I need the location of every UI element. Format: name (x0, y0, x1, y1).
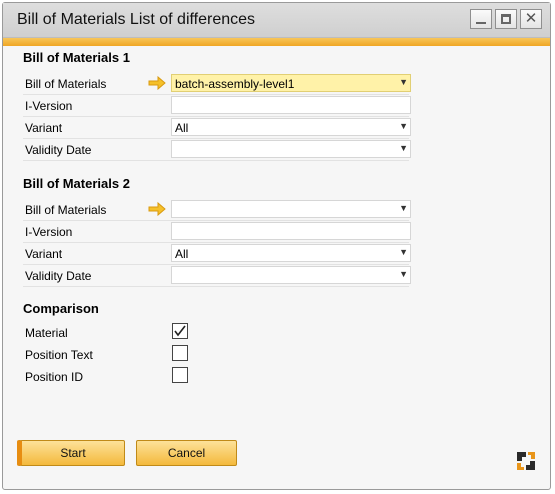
bom2-iversion-field[interactable] (171, 222, 411, 240)
dialog-window: Bill of Materials List of differences ✕ … (2, 2, 551, 490)
bom1-bom-value: batch-assembly-level1 (175, 77, 295, 91)
position-id-check-row: Position ID (23, 367, 223, 389)
bom2-iversion-row: I-Version (23, 221, 411, 243)
material-label: Material (25, 326, 68, 340)
dropdown-caret-icon[interactable]: ▼ (399, 247, 408, 257)
position-text-label: Position Text (25, 348, 93, 362)
bom2-variant-label: Variant (25, 247, 63, 261)
bom2-validity-label: Validity Date (25, 269, 92, 283)
bom1-validity-field[interactable]: ▼ (171, 140, 411, 158)
title-bar[interactable]: Bill of Materials List of differences ✕ (3, 3, 550, 38)
maximize-button[interactable] (495, 9, 517, 29)
bom2-bom-label: Bill of Materials (25, 203, 107, 217)
bom1-variant-value: All (175, 121, 189, 135)
bom2-variant-value: All (175, 247, 189, 261)
bom1-bom-field[interactable]: batch-assembly-level1 ▼ (171, 74, 411, 92)
dropdown-caret-icon[interactable]: ▼ (399, 121, 408, 131)
window-title: Bill of Materials List of differences (17, 11, 256, 28)
bom1-validity-label: Validity Date (25, 143, 92, 157)
material-check-row: Material (23, 323, 223, 345)
link-arrow-icon[interactable] (148, 202, 166, 216)
bom2-variant-field[interactable]: All ▼ (171, 244, 411, 262)
bom2-bom-row: Bill of Materials ▼ (23, 199, 411, 221)
bom2-variant-row: Variant All ▼ (23, 243, 411, 265)
close-button[interactable]: ✕ (520, 9, 542, 29)
bom1-iversion-field[interactable] (171, 96, 411, 114)
header-accent-bar (3, 38, 550, 46)
bom1-bom-label: Bill of Materials (25, 77, 107, 91)
close-icon: ✕ (524, 10, 538, 27)
position-id-label: Position ID (25, 370, 84, 384)
position-text-checkbox[interactable] (172, 345, 188, 361)
cancel-button[interactable]: Cancel (136, 440, 237, 466)
window-controls: ✕ (470, 9, 542, 29)
bom1-iversion-label: I-Version (25, 99, 73, 113)
bom2-validity-row: Validity Date ▼ (23, 265, 411, 287)
bom1-variant-field[interactable]: All ▼ (171, 118, 411, 136)
start-button[interactable]: Start (17, 440, 125, 466)
sap-logo-icon (517, 452, 535, 470)
minimize-button[interactable] (470, 9, 492, 29)
position-text-check-row: Position Text (23, 345, 223, 367)
dropdown-caret-icon[interactable]: ▼ (399, 269, 408, 279)
bom1-variant-row: Variant All ▼ (23, 117, 411, 139)
comparison-title: Comparison (23, 301, 99, 316)
position-id-checkbox[interactable] (172, 367, 188, 383)
bom1-bom-row: Bill of Materials batch-assembly-level1 … (23, 73, 411, 95)
bom1-variant-label: Variant (25, 121, 63, 135)
bom2-iversion-label: I-Version (25, 225, 73, 239)
dropdown-caret-icon[interactable]: ▼ (399, 143, 408, 153)
dropdown-caret-icon[interactable]: ▼ (399, 203, 408, 213)
bom2-bom-field[interactable]: ▼ (171, 200, 411, 218)
material-checkbox[interactable] (172, 323, 188, 339)
dropdown-caret-icon[interactable]: ▼ (399, 77, 408, 87)
section-bom1-title: Bill of Materials 1 (23, 50, 130, 65)
section-bom2-title: Bill of Materials 2 (23, 176, 130, 191)
bom1-validity-row: Validity Date ▼ (23, 139, 411, 161)
link-arrow-icon[interactable] (148, 76, 166, 90)
bom2-validity-field[interactable]: ▼ (171, 266, 411, 284)
checkmark-icon (174, 325, 186, 337)
bom1-iversion-row: I-Version (23, 95, 411, 117)
